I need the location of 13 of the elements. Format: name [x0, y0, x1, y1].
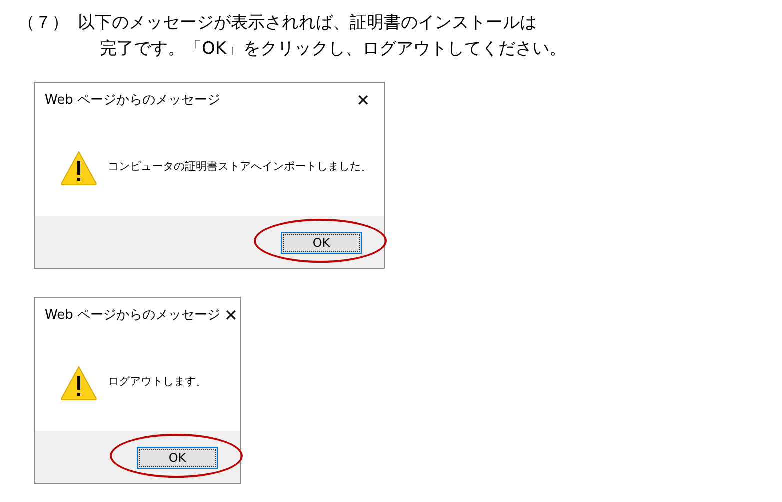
- warning-icon: [60, 364, 98, 400]
- warning-icon: [60, 150, 98, 186]
- dialog-message: コンピュータの証明書ストアへインポートしました。: [108, 159, 372, 176]
- dialog-title: Web ページからのメッセージ: [45, 92, 220, 110]
- ok-button[interactable]: OK: [137, 447, 218, 469]
- instruction-text: 以下のメッセージが表示されれば、証明書のインストールは: [78, 12, 537, 35]
- close-button[interactable]: ✕: [220, 308, 242, 324]
- ok-button[interactable]: OK: [281, 232, 362, 254]
- instruction-text: 完了です。「OK」をクリックし、ログアウトしてください。: [100, 39, 567, 59]
- dialog-title: Web ページからのメッセージ: [45, 307, 220, 326]
- step-number: （７）: [18, 12, 70, 35]
- close-button[interactable]: ✕: [352, 93, 374, 109]
- dialog-message: ログアウトします。: [108, 374, 207, 390]
